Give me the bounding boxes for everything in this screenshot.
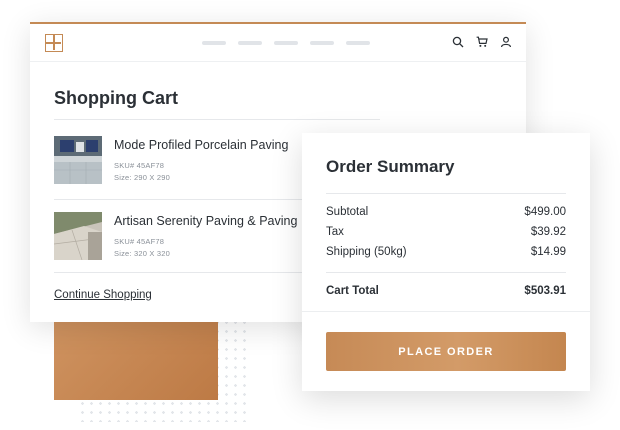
product-size: Size: 320 X 320 [114, 249, 170, 258]
summary-row-shipping: Shipping (50kg) $14.99 [326, 246, 566, 258]
order-summary-card: Order Summary Subtotal $499.00 Tax $39.9… [302, 133, 590, 391]
summary-row-tax: Tax $39.92 [326, 226, 566, 238]
top-navbar [30, 24, 526, 62]
user-icon[interactable] [500, 36, 512, 48]
row-label: Shipping (50kg) [326, 246, 407, 258]
summary-row-total: Cart Total $503.91 [326, 285, 566, 297]
nav-link-placeholder[interactable] [202, 41, 226, 45]
row-value: $499.00 [524, 206, 566, 218]
total-value: $503.91 [524, 285, 566, 297]
divider [326, 193, 566, 194]
row-label: Subtotal [326, 206, 369, 218]
total-label: Cart Total [326, 285, 379, 297]
cart-title: Shopping Cart [54, 88, 178, 108]
divider [54, 119, 380, 120]
divider [326, 272, 566, 273]
header-icons [452, 36, 512, 48]
decorative-dot-pattern-right [222, 318, 246, 406]
nav-placeholder-links [202, 41, 370, 45]
product-name[interactable]: Mode Profiled Porcelain Paving [114, 138, 288, 152]
product-size: Size: 290 X 290 [114, 173, 170, 182]
search-icon[interactable] [452, 36, 464, 48]
nav-link-placeholder[interactable] [310, 41, 334, 45]
place-order-button[interactable]: PLACE ORDER [326, 332, 566, 371]
nav-link-placeholder[interactable] [238, 41, 262, 45]
product-thumbnail-stone[interactable] [54, 212, 102, 260]
divider [302, 311, 590, 312]
cart-icon[interactable] [476, 36, 488, 48]
row-label: Tax [326, 226, 344, 238]
product-name[interactable]: Artisan Serenity Paving & Paving [114, 214, 297, 228]
continue-shopping-link[interactable]: Continue Shopping [54, 289, 152, 301]
product-sku: SKU# 45AF78 [114, 161, 165, 170]
summary-title: Order Summary [326, 157, 455, 176]
row-value: $14.99 [530, 246, 566, 258]
nav-link-placeholder[interactable] [274, 41, 298, 45]
decorative-copper-block [54, 320, 218, 400]
row-value: $39.92 [530, 226, 566, 238]
product-thumbnail-pool[interactable] [54, 136, 102, 184]
product-sku: SKU# 45AF78 [114, 237, 165, 246]
summary-row-subtotal: Subtotal $499.00 [326, 206, 566, 218]
nav-link-placeholder[interactable] [346, 41, 370, 45]
logo-grid-icon[interactable] [45, 34, 63, 52]
